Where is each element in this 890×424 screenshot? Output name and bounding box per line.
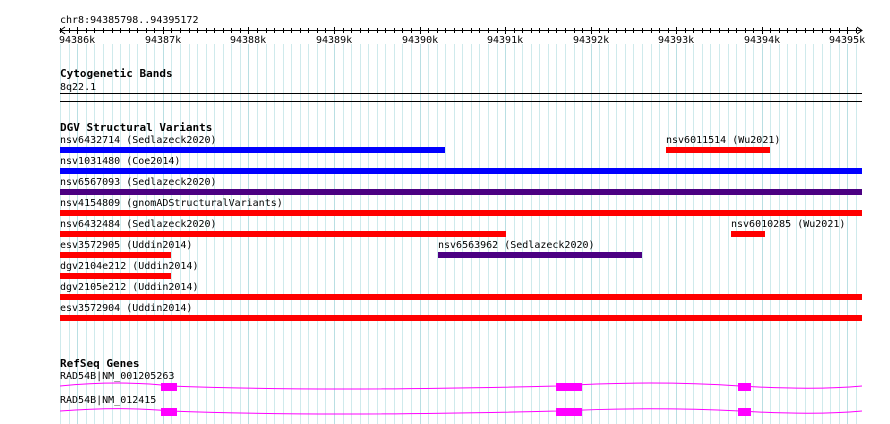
feature-label: dgv2104e212 (Uddin2014) [60,261,199,272]
feature-label: dgv2105e212 (Uddin2014) [60,282,199,293]
cytoband-label: 8q22.1 [60,82,97,93]
feature-bar[interactable] [60,231,506,237]
ruler-tick-label: 94395k [829,35,866,46]
feature-label: esv3572904 (Uddin2014) [60,303,193,314]
gene-model[interactable] [60,380,862,394]
feature-label: nsv6432714 (Sedlazeck2020) [60,135,217,146]
feature-bar[interactable] [60,252,171,258]
feature-label: nsv6011514 (Wu2021) [666,135,781,146]
track-title-refseq: RefSeq Genes [60,357,140,370]
ruler-tick-label: 94391k [487,35,524,46]
ruler-tick-label: 94393k [658,35,695,46]
gene-exon [161,383,177,391]
feature-bar[interactable] [60,189,862,195]
feature-bar[interactable] [60,273,171,279]
ruler-tick-label: 94386k [59,35,96,46]
location-label: chr8:94385798..94395172 [60,15,199,26]
ruler-tick-label: 94390k [402,35,439,46]
track-title-cytobands: Cytogenetic Bands [60,67,173,80]
cytoband-line [60,93,862,94]
ruler-tick-label: 94392k [573,35,610,46]
feature-bar[interactable] [731,231,765,237]
gene-exon [738,383,751,391]
feature-bar[interactable] [60,147,445,153]
feature-label: nsv6010285 (Wu2021) [731,219,846,230]
feature-bar[interactable] [60,210,862,216]
feature-bar[interactable] [60,168,862,174]
feature-label: nsv6432484 (Sedlazeck2020) [60,219,217,230]
gene-exon [556,408,582,416]
feature-label: esv3572905 (Uddin2014) [60,240,193,251]
gene-exon [738,408,751,416]
gene-model[interactable] [60,405,862,419]
feature-bar[interactable] [60,315,862,321]
track-title-dgv: DGV Structural Variants [60,121,213,134]
gene-exon [161,408,177,416]
feature-bar[interactable] [666,147,770,153]
feature-label: nsv4154809 (gnomADStructuralVariants) [60,198,283,209]
feature-bar[interactable] [438,252,642,258]
feature-label: nsv1031480 (Coe2014) [60,156,181,167]
ruler-tick-label: 94394k [744,35,781,46]
ruler-tick-label: 94389k [316,35,353,46]
track-divider [60,101,862,102]
feature-bar[interactable] [60,294,862,300]
ruler-tick-label: 94388k [230,35,267,46]
ruler-tick-label: 94387k [145,35,182,46]
gene-exon [556,383,582,391]
feature-label: nsv6563962 (Sedlazeck2020) [438,240,595,251]
feature-label: nsv6567093 (Sedlazeck2020) [60,177,217,188]
genome-browser-view: chr8:94385798..94395172 94386k 94387k 9438… [0,0,890,424]
